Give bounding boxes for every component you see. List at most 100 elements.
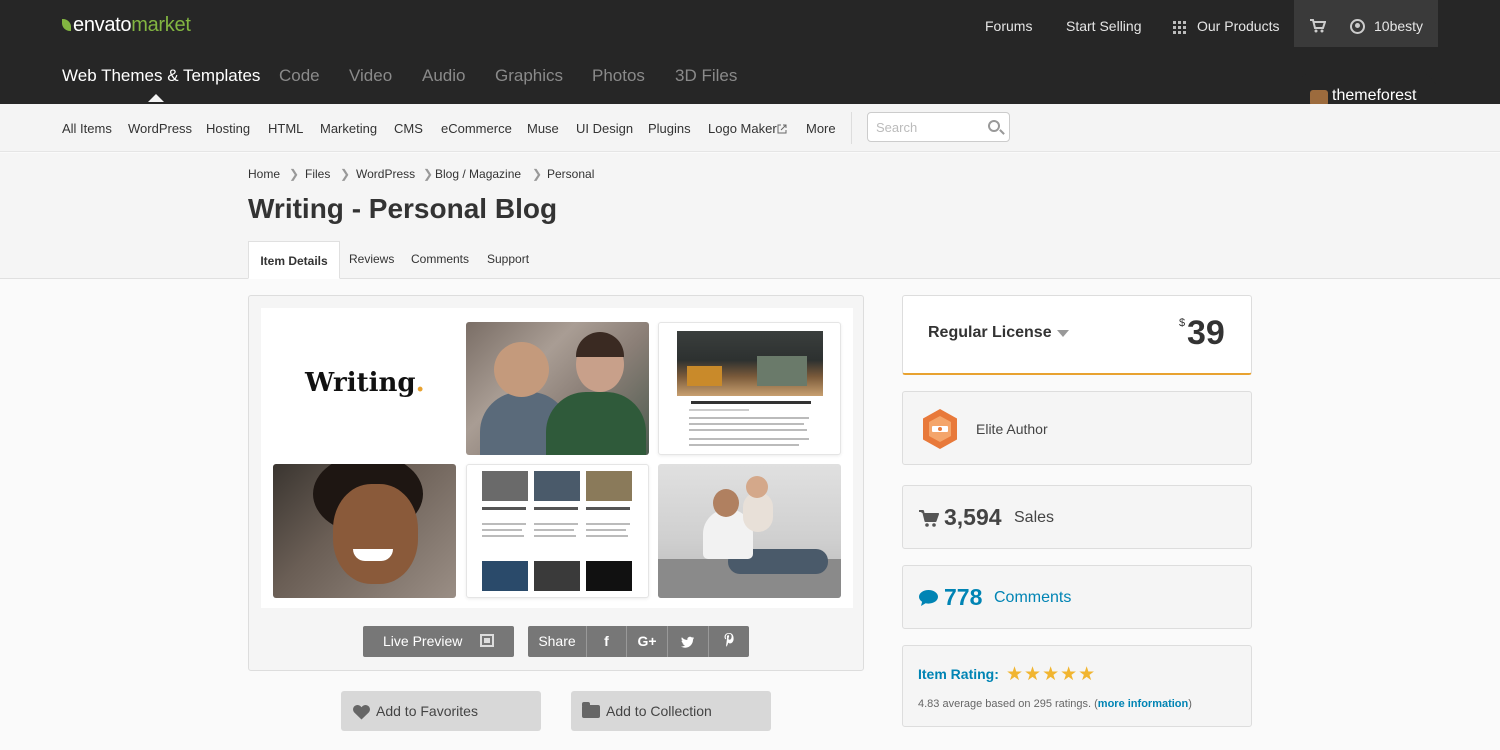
breadcrumb-home[interactable]: Home xyxy=(248,167,280,181)
subnav-plugins[interactable]: Plugins xyxy=(648,121,691,136)
couple-photo xyxy=(466,322,649,455)
more-information-link[interactable]: more information xyxy=(1098,698,1188,710)
category-code[interactable]: Code xyxy=(279,66,320,86)
subnav-hosting[interactable]: Hosting xyxy=(206,121,250,136)
subnav-ui-design[interactable]: UI Design xyxy=(576,121,633,136)
elite-author-card: Elite Author xyxy=(902,391,1252,465)
forums-link[interactable]: Forums xyxy=(985,18,1032,34)
add-to-favorites-button[interactable]: Add to Favorites xyxy=(341,691,541,731)
subnav-all-items[interactable]: All Items xyxy=(62,121,112,136)
subnav-muse[interactable]: Muse xyxy=(527,121,559,136)
price-value: 39 xyxy=(1187,314,1225,352)
subnav-ecommerce[interactable]: eCommerce xyxy=(441,121,512,136)
item-rating-label: Item Rating: xyxy=(918,666,999,682)
preview-image[interactable]: Writing. xyxy=(261,308,853,608)
subnav-more[interactable]: More xyxy=(806,121,836,136)
twitter-icon[interactable] xyxy=(667,626,708,657)
blog-grid-thumbnail xyxy=(466,464,649,598)
grid-icon xyxy=(1173,21,1186,37)
envato-market-logo[interactable]: envatomarket xyxy=(62,14,191,37)
tab-comments[interactable]: Comments xyxy=(411,241,469,279)
rating-summary: 4.83 average based on 295 ratings. (more… xyxy=(918,698,1192,710)
themeforest-label: themeforest xyxy=(1332,87,1417,104)
category-photos[interactable]: Photos xyxy=(592,66,645,86)
woman-portrait-photo xyxy=(273,464,456,598)
live-preview-label: Live Preview xyxy=(383,633,463,649)
sales-label: Sales xyxy=(1014,509,1055,526)
heart-icon xyxy=(353,705,370,720)
license-selector[interactable]: Regular License xyxy=(928,324,1052,342)
breadcrumb-personal[interactable]: Personal xyxy=(547,167,594,181)
our-products-link[interactable]: Our Products xyxy=(1197,18,1279,34)
sub-nav: All Items WordPress Hosting HTML Marketi… xyxy=(0,104,1500,152)
add-to-collection-label: Add to Collection xyxy=(606,703,712,719)
chevron-right-icon: ❯ xyxy=(340,167,351,181)
facebook-icon[interactable]: f xyxy=(586,626,626,657)
item-rating-card: Item Rating: ★★★★★ 4.83 average based on… xyxy=(902,645,1252,727)
top-header: envatomarket Forums Start Selling Our Pr… xyxy=(0,0,1500,104)
page-header: Home ❯ Files ❯ WordPress ❯ Blog / Magazi… xyxy=(0,153,1500,279)
comments-link[interactable]: Comments xyxy=(994,589,1071,607)
comments-card[interactable]: 778 Comments xyxy=(902,565,1252,629)
writing-logo-dot: . xyxy=(415,368,425,398)
rating-average-text: 4.83 average based on 295 ratings. ( xyxy=(918,698,1098,710)
subnav-html[interactable]: HTML xyxy=(268,121,303,136)
add-to-favorites-label: Add to Favorites xyxy=(376,703,478,719)
add-to-collection-button[interactable]: Add to Collection xyxy=(571,691,771,731)
window-icon xyxy=(480,634,494,647)
subnav-logo-maker[interactable]: Logo Maker xyxy=(708,121,777,136)
item-preview: Writing. Live Preview Share f G+ xyxy=(248,295,864,671)
sales-count: 3,594 xyxy=(944,504,1002,530)
category-audio[interactable]: Audio xyxy=(422,66,465,86)
subnav-cms[interactable]: CMS xyxy=(394,121,423,136)
search-box xyxy=(867,112,1010,142)
elite-author-label: Elite Author xyxy=(976,421,1048,437)
user-box: 10besty xyxy=(1294,0,1438,47)
rating-close-paren: ) xyxy=(1188,698,1192,710)
subnav-marketing[interactable]: Marketing xyxy=(320,121,377,136)
breadcrumb-blog-magazine[interactable]: Blog / Magazine xyxy=(435,167,521,181)
google-plus-icon[interactable]: G+ xyxy=(626,626,667,657)
category-video[interactable]: Video xyxy=(349,66,392,86)
tab-reviews[interactable]: Reviews xyxy=(349,241,394,279)
sales-card: 3,594 Sales xyxy=(902,485,1252,549)
writing-logo-text: Writing xyxy=(305,368,416,398)
search-icon[interactable] xyxy=(988,120,1000,132)
breadcrumb-files[interactable]: Files xyxy=(305,167,330,181)
speech-bubble-icon xyxy=(919,590,938,606)
category-web-themes[interactable]: Web Themes & Templates xyxy=(62,66,260,86)
license-card: Regular License $ 39 xyxy=(902,295,1252,375)
star-rating: ★★★★★ xyxy=(1006,664,1097,685)
start-selling-link[interactable]: Start Selling xyxy=(1066,18,1141,34)
category-graphics[interactable]: Graphics xyxy=(495,66,563,86)
logo-envato-text: envato xyxy=(73,14,132,36)
father-baby-photo xyxy=(658,464,841,598)
subnav-wordpress[interactable]: WordPress xyxy=(128,121,192,136)
article-page-thumbnail xyxy=(658,322,841,455)
tab-support[interactable]: Support xyxy=(487,241,529,279)
share-bar: Share f G+ xyxy=(528,626,749,657)
user-icon[interactable] xyxy=(1350,19,1365,34)
category-3d-files[interactable]: 3D Files xyxy=(675,66,737,86)
chevron-right-icon: ❯ xyxy=(289,167,300,181)
logo-market-text: market xyxy=(131,14,191,36)
breadcrumb-wordpress[interactable]: WordPress xyxy=(356,167,415,181)
search-input[interactable] xyxy=(876,119,986,135)
envato-leaf-icon xyxy=(62,19,71,31)
price-currency: $ xyxy=(1179,317,1186,329)
comments-count[interactable]: 778 xyxy=(944,584,982,611)
writing-logo: Writing. xyxy=(305,368,425,398)
share-label: Share xyxy=(538,633,576,649)
tab-item-details[interactable]: Item Details xyxy=(248,241,340,279)
subnav-divider xyxy=(851,112,852,144)
live-preview-button[interactable]: Live Preview xyxy=(363,626,514,657)
external-link-icon xyxy=(777,122,787,137)
chevron-down-icon[interactable] xyxy=(1057,330,1069,337)
page-title: Writing - Personal Blog xyxy=(248,193,558,224)
folder-icon xyxy=(582,702,600,718)
username-link[interactable]: 10besty xyxy=(1374,18,1423,34)
cart-icon[interactable] xyxy=(1310,19,1327,33)
elite-author-badge-icon xyxy=(920,408,960,450)
pinterest-icon[interactable] xyxy=(708,626,749,657)
chevron-right-icon: ❯ xyxy=(532,167,543,181)
